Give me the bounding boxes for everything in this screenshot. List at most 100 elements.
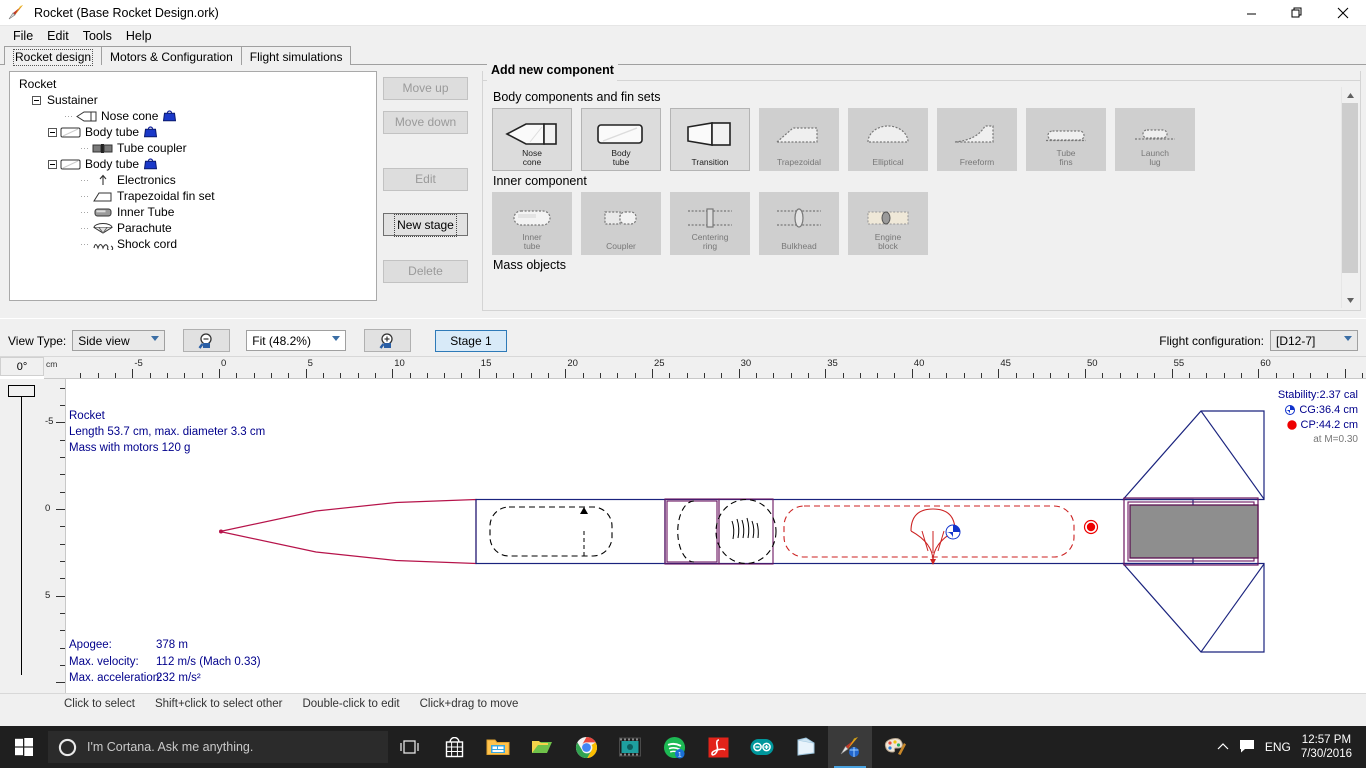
rocket-drawing[interactable]: Rocket Length 53.7 cm, max. diameter 3.3… xyxy=(66,379,1366,693)
tree-item-trapezoidal-fin-set[interactable]: ··· Trapezoidal fin set xyxy=(16,188,376,204)
add-component-row: Nose cone Body tube Transition Trapezoidal Ell… xyxy=(492,108,1336,171)
chrome-icon[interactable] xyxy=(564,726,608,768)
close-button[interactable] xyxy=(1320,0,1366,26)
ruler-tick xyxy=(686,373,688,378)
add-component-label: Freeform xyxy=(959,157,995,167)
menu-tools[interactable]: Tools xyxy=(76,28,119,44)
add-bulkhead-button[interactable]: Bulkhead xyxy=(759,192,839,255)
menu-help[interactable]: Help xyxy=(119,28,159,44)
store-icon[interactable] xyxy=(432,726,476,768)
rocket-view-canvas[interactable]: 0° -5 0 5 10 15 20 25 30 35 40 45 50 55 60 -5 0 5 cm Ro… xyxy=(0,357,1366,693)
max-velocity-label: Max. velocity: xyxy=(69,656,139,668)
delete-label: Delete xyxy=(408,264,443,278)
tab-motors-configuration[interactable]: Motors & Configuration xyxy=(101,46,242,65)
component-tree[interactable]: Rocket Sustainer ··· Nose cone Body tube ··· T… xyxy=(9,71,377,301)
tree-item-inner-tube[interactable]: ··· Inner Tube xyxy=(16,204,376,220)
add-component-scrollbar[interactable] xyxy=(1341,87,1358,308)
add-inner-tube-button[interactable]: Inner tube xyxy=(492,192,572,255)
fin-set-icon xyxy=(92,190,114,203)
zoom-in-button[interactable] xyxy=(364,329,412,352)
ruler-tick xyxy=(859,373,861,378)
nose-cone-icon xyxy=(493,115,571,153)
acrobat-reader-icon[interactable] xyxy=(696,726,740,768)
new-stage-button[interactable]: New stage xyxy=(383,213,468,237)
vruler-tick xyxy=(60,647,65,649)
add-trapezoidal-button[interactable]: Trapezoidal xyxy=(759,108,839,171)
rotation-slider-thumb[interactable] xyxy=(8,385,35,397)
stage-1-button[interactable]: Stage 1 xyxy=(435,329,507,352)
tab-rocket-design[interactable]: Rocket design xyxy=(4,46,103,66)
cortana-placeholder: I'm Cortana. Ask me anything. xyxy=(87,740,254,754)
maximize-button[interactable] xyxy=(1274,0,1320,26)
add-transition-button[interactable]: Transition xyxy=(670,108,750,171)
hint-double-click: Double-click to edit xyxy=(302,698,400,710)
tree-item-tube-coupler[interactable]: ··· Tube coupler xyxy=(16,140,376,156)
zoom-out-button[interactable] xyxy=(183,329,231,352)
scrollbar-thumb[interactable] xyxy=(1342,103,1358,273)
cortana-search-box[interactable]: I'm Cortana. Ask me anything. xyxy=(48,731,388,763)
move-up-button[interactable]: Move up xyxy=(383,77,468,100)
add-tube-fins-button[interactable]: Tube fins xyxy=(1026,108,1106,171)
language-indicator[interactable]: ENG xyxy=(1265,740,1291,754)
tree-item-nose-cone[interactable]: ··· Nose cone xyxy=(16,108,376,124)
scroll-up-arrow[interactable] xyxy=(1342,87,1358,103)
tab-rocket-design-label: Rocket design xyxy=(13,49,94,66)
tree-item-rocket[interactable]: Rocket xyxy=(16,76,376,92)
task-view-icon[interactable] xyxy=(388,726,432,768)
tree-expander[interactable] xyxy=(48,127,57,137)
zoom-level-select[interactable]: Fit (48.2%) xyxy=(246,330,347,351)
menu-edit[interactable]: Edit xyxy=(40,28,76,44)
ruler-tick xyxy=(842,373,844,378)
add-launch-lug-button[interactable]: Launch lug xyxy=(1115,108,1195,171)
openrocket-icon[interactable] xyxy=(828,726,872,768)
fin-lower-outline xyxy=(1121,562,1265,653)
folder-icon[interactable] xyxy=(520,726,564,768)
tree-item-label: Shock cord xyxy=(117,237,178,251)
add-elliptical-button[interactable]: Elliptical xyxy=(848,108,928,171)
tree-item-body-tube[interactable]: Body tube xyxy=(16,124,376,140)
menu-file[interactable]: File xyxy=(6,28,40,44)
sticky-notes-icon[interactable] xyxy=(784,726,828,768)
tree-expander[interactable] xyxy=(32,95,41,105)
mass-override-icon xyxy=(163,109,177,123)
minimize-button[interactable] xyxy=(1228,0,1274,26)
file-explorer-icon[interactable] xyxy=(476,726,520,768)
show-desktop-button[interactable] xyxy=(1360,726,1366,768)
ruler-tick xyxy=(1292,373,1294,378)
windows-start-icon[interactable] xyxy=(0,726,48,768)
edit-button[interactable]: Edit xyxy=(383,168,468,191)
arduino-icon[interactable] xyxy=(740,726,784,768)
spotify-icon[interactable]: 1 xyxy=(652,726,696,768)
windows-taskbar: I'm Cortana. Ask me anything. 1 ENG 12:5… xyxy=(0,726,1366,768)
show-hidden-icons-chevron[interactable] xyxy=(1217,740,1229,754)
tree-item-electronics[interactable]: ··· Electronics xyxy=(16,172,376,188)
tree-item-shock-cord[interactable]: ··· Shock cord xyxy=(16,236,376,252)
move-down-button[interactable]: Move down xyxy=(383,111,468,134)
tree-item-body-tube[interactable]: Body tube xyxy=(16,156,376,172)
edit-label: Edit xyxy=(415,172,436,186)
rotation-slider[interactable] xyxy=(0,379,44,693)
max-acceleration-label: Max. acceleration: xyxy=(69,672,163,684)
flight-configuration-select[interactable]: [D12-7] xyxy=(1270,330,1358,351)
add-body-tube-button[interactable]: Body tube xyxy=(581,108,661,171)
add-engine-block-button[interactable]: Engine block xyxy=(848,192,928,255)
tree-item-sustainer[interactable]: Sustainer xyxy=(16,92,376,108)
add-centering-ring-button[interactable]: Centering ring xyxy=(670,192,750,255)
add-nose-cone-button[interactable]: Nose cone xyxy=(492,108,572,171)
clock[interactable]: 12:57 PM 7/30/2016 xyxy=(1301,733,1360,761)
tab-flight-simulations[interactable]: Flight simulations xyxy=(240,46,352,65)
ruler-label: 15 xyxy=(480,358,492,369)
horizontal-splitter[interactable] xyxy=(0,318,1366,325)
view-type-select[interactable]: Side view xyxy=(72,330,166,351)
vruler-tick xyxy=(56,422,65,424)
delete-button[interactable]: Delete xyxy=(383,260,468,283)
ruler-label: 20 xyxy=(567,358,578,369)
action-center-icon[interactable] xyxy=(1239,739,1255,756)
tree-item-parachute[interactable]: ··· Parachute xyxy=(16,220,376,236)
scroll-down-arrow[interactable] xyxy=(1342,292,1358,308)
video-editor-icon[interactable] xyxy=(608,726,652,768)
add-coupler-button[interactable]: Coupler xyxy=(581,192,661,255)
tree-expander[interactable] xyxy=(48,159,57,169)
paint-icon[interactable] xyxy=(872,726,916,768)
add-freeform-button[interactable]: Freeform xyxy=(937,108,1017,171)
